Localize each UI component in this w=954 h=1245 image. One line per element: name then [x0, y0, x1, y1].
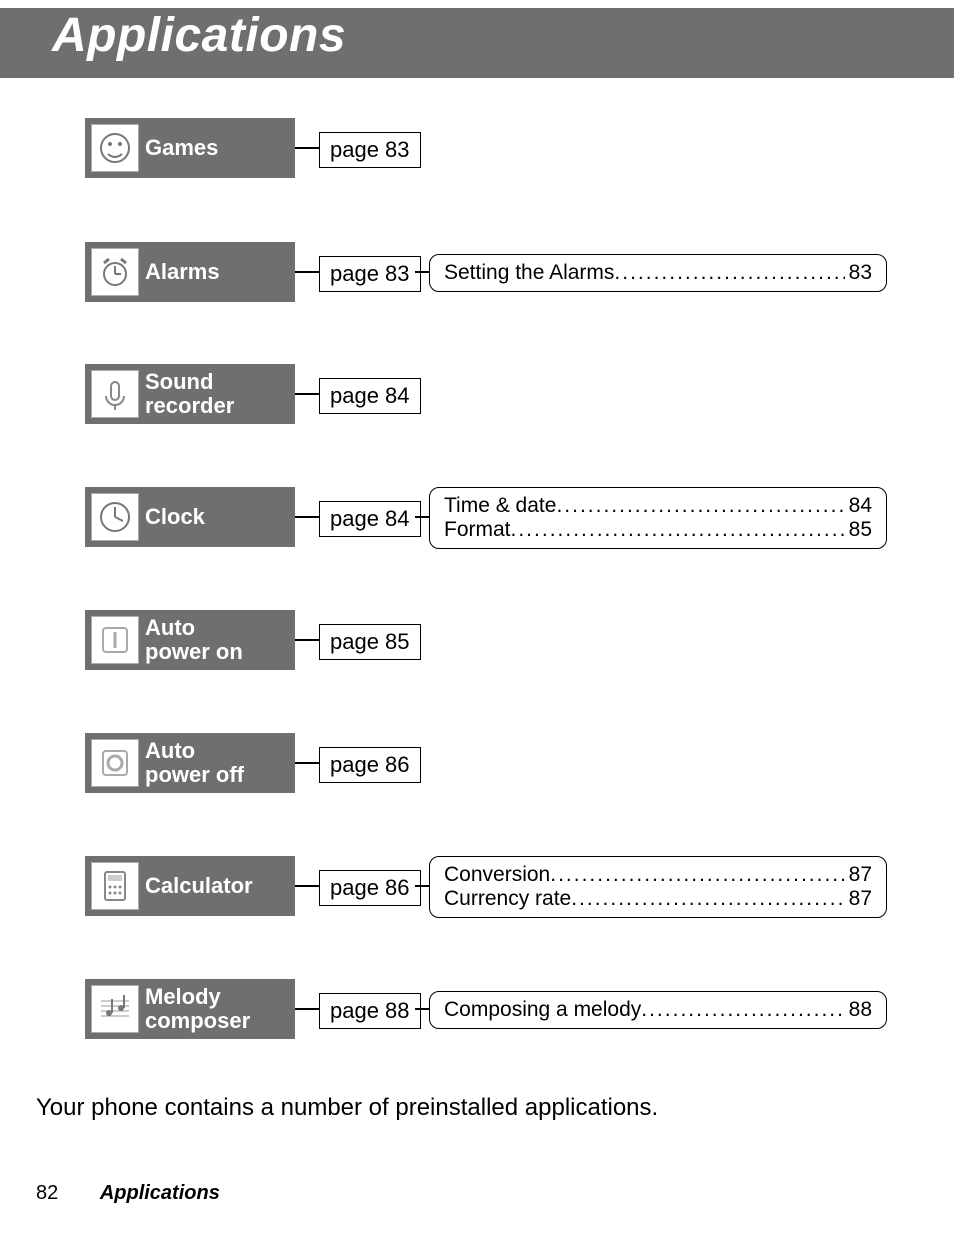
toc-label: Setting the Alarms [444, 261, 614, 285]
toc-dots [511, 518, 845, 542]
toc-page: 87 [845, 863, 872, 887]
auto-power-off-icon [91, 739, 139, 787]
sound-recorder-icon [91, 370, 139, 418]
page-ref-box: page 84 [319, 501, 421, 537]
toc-label: Conversion [444, 863, 550, 887]
toc-page: 87 [845, 887, 872, 911]
page-ref-box: page 86 [319, 747, 421, 783]
app-label: Auto power on [145, 616, 243, 664]
footer-chapter: Applications [100, 1182, 220, 1204]
app-tile-calculator: Calculator [85, 856, 295, 916]
connector [295, 639, 321, 641]
title-band: Applications [0, 8, 954, 78]
app-tile-melody-composer: Melody composer [85, 979, 295, 1039]
toc-dots [614, 261, 844, 285]
page-ref-box: page 86 [319, 870, 421, 906]
page: Applications Games page 83 Alarms page 8… [0, 0, 954, 1245]
toc-line: Currency rate 87 [444, 887, 872, 911]
sub-box: Composing a melody 88 [429, 991, 887, 1029]
alarms-icon [91, 248, 139, 296]
toc-dots [556, 494, 844, 518]
connector [295, 271, 321, 273]
app-tile-sound-recorder: Sound recorder [85, 364, 295, 424]
app-label: Games [145, 136, 218, 160]
toc-label: Time & date [444, 494, 556, 518]
toc-line: Conversion 87 [444, 863, 872, 887]
toc-label: Format [444, 518, 511, 542]
page-ref-box: page 85 [319, 624, 421, 660]
connector [295, 393, 321, 395]
page-ref-box: page 83 [319, 256, 421, 292]
app-label: Alarms [145, 260, 220, 284]
toc-page: 84 [845, 494, 872, 518]
footer-page-number: 82 [36, 1182, 58, 1204]
page-ref-box: page 83 [319, 132, 421, 168]
toc-page: 88 [845, 998, 872, 1022]
sub-box: Conversion 87 Currency rate 87 [429, 856, 887, 918]
toc-dots [571, 887, 844, 911]
calculator-icon [91, 862, 139, 910]
auto-power-on-icon [91, 616, 139, 664]
connector [295, 762, 321, 764]
page-ref-box: page 88 [319, 993, 421, 1029]
toc-label: Currency rate [444, 887, 571, 911]
sub-box: Time & date 84 Format 85 [429, 487, 887, 549]
sub-box: Setting the Alarms 83 [429, 254, 887, 292]
page-title: Applications [52, 8, 346, 63]
toc-page: 83 [845, 261, 872, 285]
app-tile-clock: Clock [85, 487, 295, 547]
clock-icon [91, 493, 139, 541]
connector [295, 516, 321, 518]
app-tile-auto-power-on: Auto power on [85, 610, 295, 670]
toc-dots [641, 998, 844, 1022]
connector [295, 147, 321, 149]
app-label: Sound recorder [145, 370, 234, 418]
page-ref-box: page 84 [319, 378, 421, 414]
app-tile-alarms: Alarms [85, 242, 295, 302]
toc-line: Time & date 84 [444, 494, 872, 518]
toc-line: Format 85 [444, 518, 872, 542]
app-label: Auto power off [145, 739, 244, 787]
connector [295, 885, 321, 887]
toc-label: Composing a melody [444, 998, 641, 1022]
app-label: Clock [145, 505, 205, 529]
melody-composer-icon [91, 985, 139, 1033]
body-text: Your phone contains a number of preinsta… [36, 1094, 658, 1122]
app-tile-auto-power-off: Auto power off [85, 733, 295, 793]
toc-page: 85 [845, 518, 872, 542]
connector [295, 1008, 321, 1010]
toc-line: Composing a melody 88 [444, 998, 872, 1022]
toc-dots [550, 863, 844, 887]
toc-line: Setting the Alarms 83 [444, 261, 872, 285]
footer: 82 Applications [36, 1182, 220, 1205]
app-label: Melody composer [145, 985, 250, 1033]
app-label: Calculator [145, 874, 253, 898]
app-tile-games: Games [85, 118, 295, 178]
games-icon [91, 124, 139, 172]
